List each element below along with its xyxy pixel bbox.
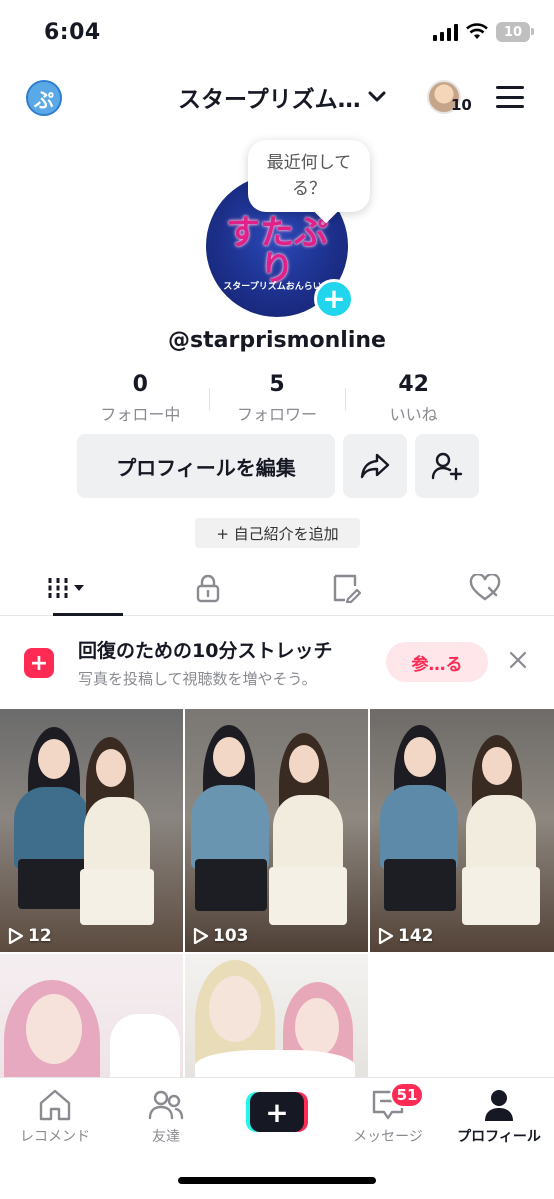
menu-button[interactable] [496,86,524,108]
view-count: 142 [378,926,434,946]
view-count-value: 12 [28,926,52,946]
close-icon[interactable] [508,650,528,670]
play-icon [378,927,394,945]
stat-label: フォロー中 [100,405,181,424]
stat-followers[interactable]: 5 フォロワー [208,372,346,426]
add-bio-button[interactable]: + 自己紹介を追加 [195,518,360,548]
video-tile[interactable] [185,954,368,1077]
stat-value: 0 [132,372,148,397]
view-count: 103 [193,926,249,946]
nav-label: レコメンド [20,1129,90,1145]
stat-value: 42 [398,372,429,397]
chevron-down-icon [368,91,386,102]
create-button[interactable]: + [246,1092,308,1132]
nav-profile[interactable]: プロフィール [444,1088,554,1154]
lock-icon [196,574,219,602]
nav-inbox[interactable]: メッセージ [333,1088,443,1154]
account-name: スタープリズム… [178,87,361,113]
plus-icon: + [250,1092,304,1132]
stat-value: 5 [269,372,285,397]
share-profile-button[interactable] [343,434,407,498]
tab-liked[interactable] [416,560,554,615]
nav-home[interactable]: レコメンド [0,1088,110,1154]
content-tabs [0,560,554,616]
friends-icon [148,1090,184,1120]
nav-friends[interactable]: 友達 [111,1088,221,1154]
status-bar: 6:04 10 [0,0,554,70]
home-indicator [178,1177,376,1184]
grid-icon [48,577,85,598]
status-time: 6:04 [44,20,101,45]
view-count: 12 [8,926,52,946]
tab-videos[interactable] [0,560,139,616]
promo-add-icon: + [24,648,54,678]
heart-icon [469,573,501,600]
stat-following[interactable]: 0 フォロー中 [72,372,209,426]
cellular-signal-icon [433,23,458,41]
promo-banner: + 回復のための10分ストレッチ 写真を投稿して視聴数を増やそう。 参…る [0,616,554,708]
profile-header: ぷ スタープリズム… 10 [0,72,554,122]
view-count-value: 142 [398,926,434,946]
edit-profile-button[interactable]: プロフィールを編集 [77,434,335,498]
header-avatar-count: 10 [451,96,472,114]
wifi-icon [466,23,488,39]
video-tile[interactable]: 12 [0,709,183,952]
promo-cta-button[interactable]: 参…る [386,642,488,682]
add-person-icon [431,452,463,481]
nav-label: メッセージ [353,1129,423,1145]
tab-private[interactable] [139,560,278,615]
app-logo-icon[interactable]: ぷ [26,80,62,116]
promo-title: 回復のための10分ストレッチ [78,640,333,662]
promo-subtitle: 写真を投稿して視聴数を増やそう。 [78,670,317,688]
view-count-value: 103 [213,926,249,946]
video-tile[interactable] [0,954,183,1077]
add-avatar-button[interactable]: + [314,279,354,319]
share-icon [360,453,390,479]
profile-stats: 0 フォロー中 5 フォロワー 42 いいね [72,372,482,426]
avatar-logo-text: すたぷり [226,213,328,289]
tab-reposts[interactable] [277,560,416,615]
stat-label: フォロワー [237,405,318,424]
video-tile[interactable]: 142 [370,709,554,952]
nav-label: 友達 [152,1129,180,1145]
message-badge: 51 [390,1082,424,1108]
repost-icon [334,574,362,603]
play-icon [8,927,24,945]
status-indicators: 10 [433,22,534,42]
stat-likes[interactable]: 42 いいね [345,372,482,426]
stat-label: いいね [389,405,438,424]
username: @starprismonline [168,328,386,353]
nav-label: プロフィール [457,1129,541,1145]
status-bubble[interactable]: 最近何してる？ [248,140,370,212]
account-switcher[interactable]: スタープリズム… [178,80,387,114]
home-icon [39,1089,71,1121]
video-tile[interactable]: 103 [185,709,368,952]
profile-icon [485,1090,513,1121]
battery-icon: 10 [496,22,534,42]
play-icon [193,927,209,945]
profile-actions: プロフィールを編集 [77,434,479,498]
add-friend-button[interactable] [415,434,479,498]
